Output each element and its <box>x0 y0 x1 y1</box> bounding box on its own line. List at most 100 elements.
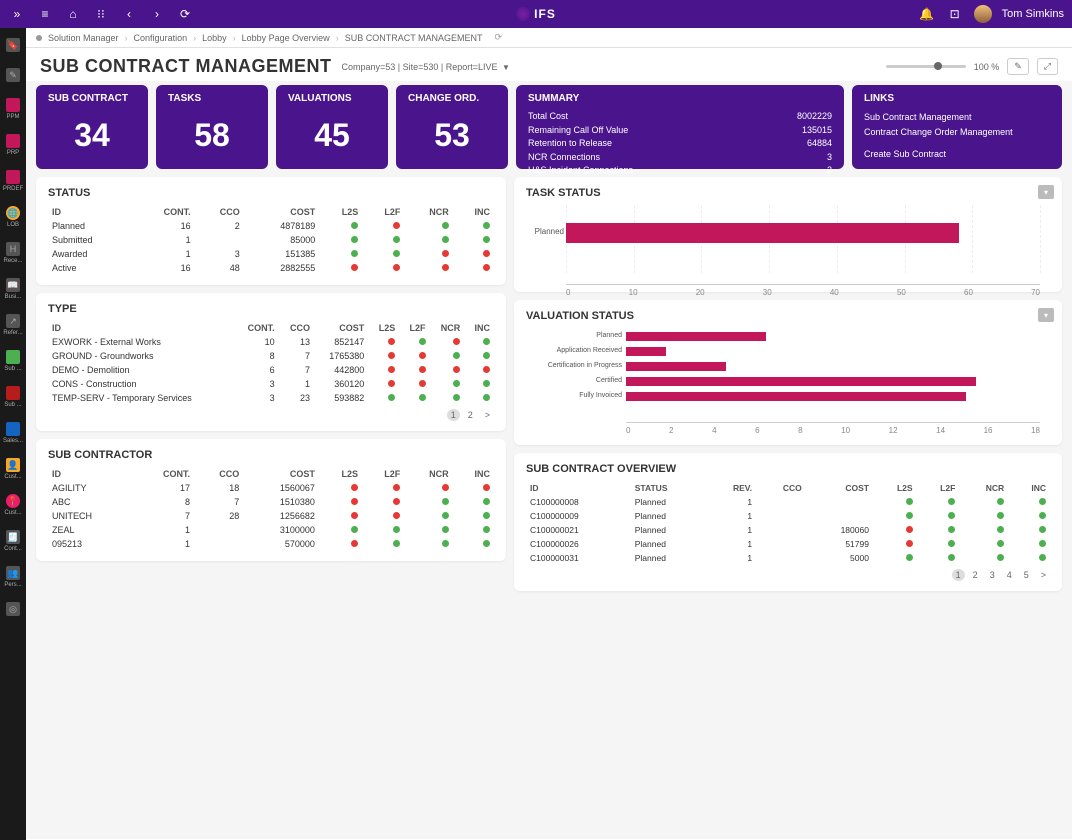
breadcrumb-item[interactable]: Lobby <box>202 33 227 43</box>
col-l2s[interactable]: L2S <box>368 321 399 335</box>
col-cost[interactable]: COST <box>314 321 368 335</box>
col-inc[interactable]: INC <box>453 205 494 219</box>
col-inc[interactable]: INC <box>453 467 494 481</box>
col-cost[interactable]: COST <box>244 205 320 219</box>
table-row[interactable]: GROUND - Groundworks871765380 <box>48 349 494 363</box>
chart-options-icon[interactable]: ▾ <box>1038 308 1054 322</box>
sidebar-item-edit[interactable]: ✎ <box>0 62 26 90</box>
zoom-slider[interactable] <box>886 65 966 68</box>
col-inc[interactable]: INC <box>1008 481 1050 495</box>
col-l2s[interactable]: L2S <box>873 481 917 495</box>
sidebar-item-lob[interactable]: 🌐LOB <box>0 200 26 234</box>
table-row[interactable]: Planned1624878189 <box>48 219 494 233</box>
table-row[interactable]: C100000026Planned151799 <box>526 537 1050 551</box>
col-cont[interactable]: CONT. <box>133 205 194 219</box>
col-cco[interactable]: CCO <box>279 321 314 335</box>
col-ncr[interactable]: NCR <box>404 205 452 219</box>
col-cont[interactable]: CONT. <box>234 321 278 335</box>
page-filter[interactable]: Company=53 | Site=530 | Report=LIVE ▼ <box>341 62 509 72</box>
sidebar-item-pers[interactable]: 👥Pers... <box>0 560 26 594</box>
col-l2f[interactable]: L2F <box>362 205 404 219</box>
table-row[interactable]: TEMP-SERV - Temporary Services323593882 <box>48 391 494 405</box>
col-ncr[interactable]: NCR <box>430 321 465 335</box>
link-create-sub-contract[interactable]: Create Sub Contract <box>864 147 1050 162</box>
pager-page[interactable]: 2 <box>969 569 982 581</box>
sidebar-item-refer[interactable]: ↗Refer... <box>0 308 26 342</box>
table-row[interactable]: 0952131570000 <box>48 537 494 551</box>
pager-page[interactable]: 1 <box>447 409 460 421</box>
col-id[interactable]: ID <box>48 205 133 219</box>
sidebar-item-busi[interactable]: 📖Busi... <box>0 272 26 306</box>
col-id[interactable]: ID <box>526 481 631 495</box>
table-row[interactable]: Active16482882555 <box>48 261 494 275</box>
sidebar-item-cust2[interactable]: 📍Cust... <box>0 488 26 522</box>
col-inc[interactable]: INC <box>464 321 494 335</box>
table-row[interactable]: Awarded13151385 <box>48 247 494 261</box>
breadcrumb-refresh-icon[interactable]: ⟳ <box>495 32 503 43</box>
pager-page[interactable]: 2 <box>464 409 477 421</box>
table-row[interactable]: Submitted185000 <box>48 233 494 247</box>
kpi-valuations[interactable]: VALUATIONS 45 <box>276 85 388 169</box>
sidebar-item-prp[interactable]: PRP <box>0 128 26 162</box>
kpi-tasks[interactable]: TASKS 58 <box>156 85 268 169</box>
table-row[interactable]: C100000021Planned1180060 <box>526 523 1050 537</box>
sidebar-item-ppm[interactable]: PPM <box>0 92 26 126</box>
col-l2s[interactable]: L2S <box>319 205 362 219</box>
feedback-icon[interactable]: ⊡ <box>946 5 964 23</box>
table-row[interactable]: AGILITY17181560067 <box>48 481 494 495</box>
breadcrumb-item[interactable]: SUB CONTRACT MANAGEMENT <box>345 33 483 43</box>
avatar[interactable] <box>974 5 992 23</box>
nav-forward-icon[interactable]: › <box>148 5 166 23</box>
sidebar-item-rece[interactable]: HRece... <box>0 236 26 270</box>
table-row[interactable]: C100000008Planned1 <box>526 495 1050 509</box>
expand-button[interactable]: ⤢ <box>1037 58 1058 75</box>
sidebar-item-cont[interactable]: 🧾Cont... <box>0 524 26 558</box>
col-ncr[interactable]: NCR <box>404 467 452 481</box>
sidebar-item-target[interactable]: ◎ <box>0 596 26 624</box>
table-row[interactable]: EXWORK - External Works1013852147 <box>48 335 494 349</box>
pager-next[interactable]: > <box>1037 569 1050 581</box>
col-l2s[interactable]: L2S <box>319 467 362 481</box>
col-cco[interactable]: CCO <box>756 481 806 495</box>
col-cco[interactable]: CCO <box>194 467 243 481</box>
table-row[interactable]: DEMO - Demolition67442800 <box>48 363 494 377</box>
col-cost[interactable]: COST <box>243 467 319 481</box>
link-cco-mgmt[interactable]: Contract Change Order Management <box>864 125 1050 140</box>
table-row[interactable]: ABC871510380 <box>48 495 494 509</box>
col-cco[interactable]: CCO <box>195 205 244 219</box>
menu-icon[interactable]: ≡ <box>36 5 54 23</box>
sidebar-item-cust1[interactable]: 👤Cust... <box>0 452 26 486</box>
col-id[interactable]: ID <box>48 321 234 335</box>
col-cont[interactable]: CONT. <box>132 467 194 481</box>
sidebar-item-sub2[interactable]: Sub ... <box>0 380 26 414</box>
home-icon[interactable]: ⌂ <box>64 5 82 23</box>
col-id[interactable]: ID <box>48 467 132 481</box>
breadcrumb-item[interactable]: Lobby Page Overview <box>242 33 330 43</box>
pager-next[interactable]: > <box>481 409 494 421</box>
kpi-sub-contract[interactable]: SUB CONTRACT 34 <box>36 85 148 169</box>
col-l2f[interactable]: L2F <box>399 321 429 335</box>
pager-page[interactable]: 3 <box>986 569 999 581</box>
table-row[interactable]: C100000031Planned15000 <box>526 551 1050 565</box>
sidebar-item-bookmark[interactable]: 🔖 <box>0 32 26 60</box>
notifications-icon[interactable]: 🔔 <box>918 5 936 23</box>
apps-icon[interactable]: ⁝⁝ <box>92 5 110 23</box>
pager-page[interactable]: 4 <box>1003 569 1016 581</box>
chart-options-icon[interactable]: ▾ <box>1038 185 1054 199</box>
link-sub-contract-mgmt[interactable]: Sub Contract Management <box>864 110 1050 125</box>
col-cost[interactable]: COST <box>806 481 873 495</box>
settings-button[interactable]: ✎ <box>1007 58 1029 75</box>
breadcrumb-item[interactable]: Solution Manager <box>48 33 119 43</box>
pager-page[interactable]: 5 <box>1020 569 1033 581</box>
sidebar-item-sales[interactable]: Sales... <box>0 416 26 450</box>
sidebar-item-sub1[interactable]: Sub ... <box>0 344 26 378</box>
collapse-icon[interactable]: » <box>8 5 26 23</box>
refresh-icon[interactable]: ⟳ <box>176 5 194 23</box>
pager-page[interactable]: 1 <box>952 569 965 581</box>
col-l2f[interactable]: L2F <box>917 481 960 495</box>
table-row[interactable]: UNITECH7281256682 <box>48 509 494 523</box>
table-row[interactable]: C100000009Planned1 <box>526 509 1050 523</box>
kpi-change-ord[interactable]: CHANGE ORD. 53 <box>396 85 508 169</box>
table-row[interactable]: ZEAL13100000 <box>48 523 494 537</box>
col-rev[interactable]: REV. <box>706 481 756 495</box>
